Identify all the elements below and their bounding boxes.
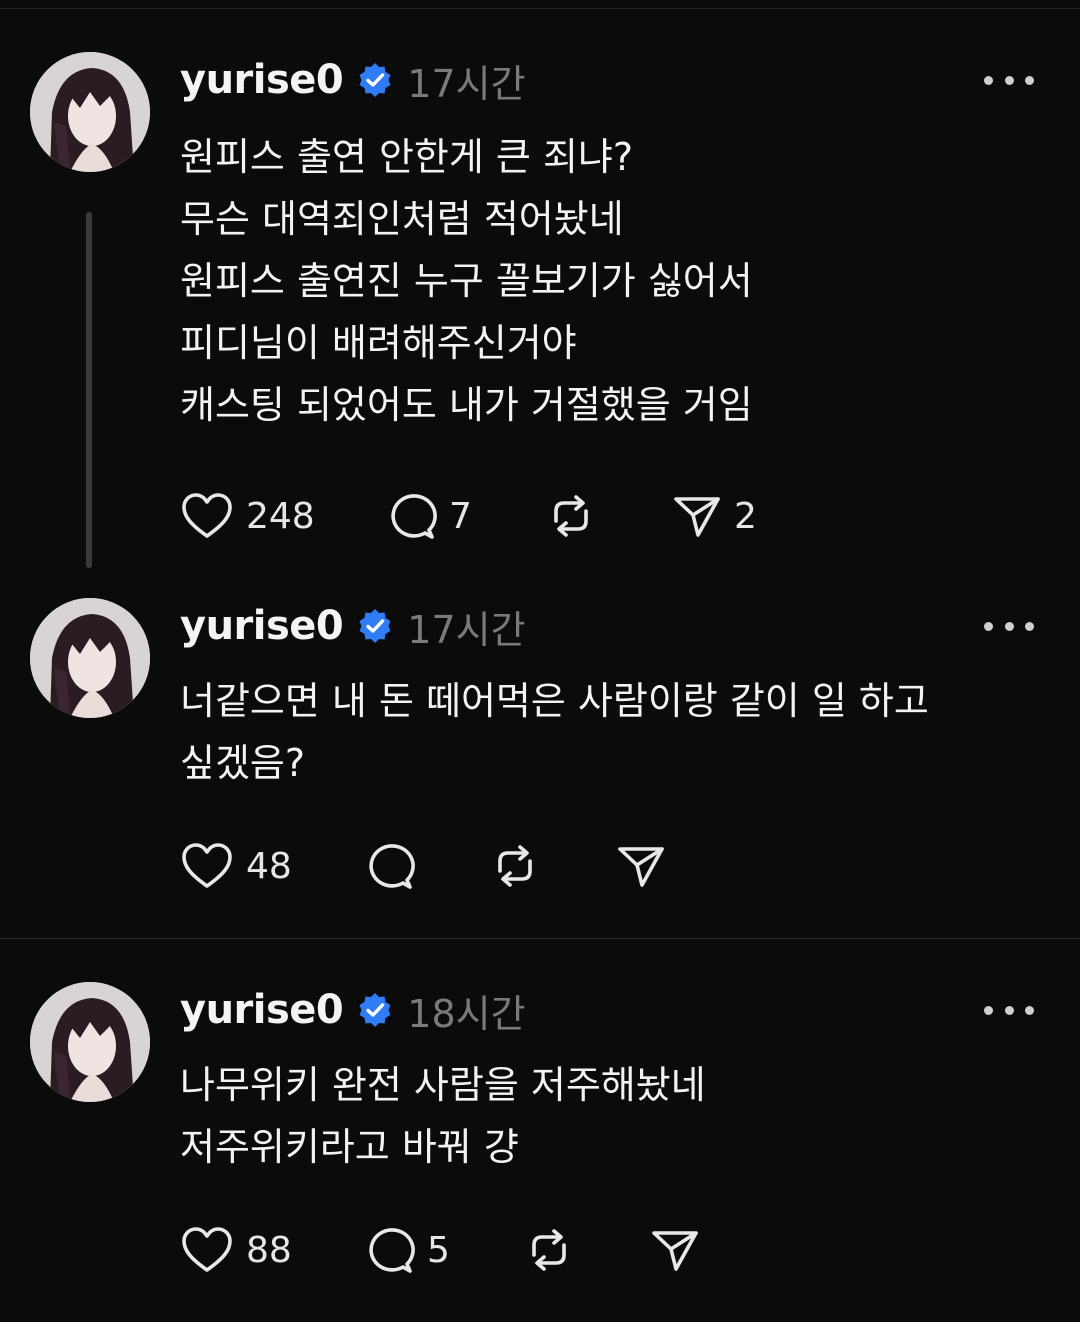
thread-feed: yurise0 17시간 원피스 출연 안한게 큰 죄냐? 무슨 대역죄인처럼 … [0, 0, 1080, 1322]
like-button[interactable]: 48 [180, 838, 292, 894]
username[interactable]: yurise0 [180, 603, 344, 649]
post-text-line: 싶겠음? [180, 741, 306, 785]
heart-icon [182, 1227, 232, 1272]
post-header: yurise0 18시간 [180, 980, 526, 1040]
reply-button[interactable] [363, 838, 415, 894]
like-count: 88 [246, 1229, 292, 1271]
like-button[interactable]: 88 [180, 1222, 292, 1278]
post-text-line: 나무위키 완전 사람을 저주해놨네 [180, 1063, 706, 1107]
share-count: 2 [734, 495, 757, 537]
avatar[interactable] [30, 52, 150, 172]
post-body: 원피스 출연 안한게 큰 죄냐? 무슨 대역죄인처럼 적어놨네 원피스 출연진 … [180, 126, 1040, 436]
username[interactable]: yurise0 [180, 57, 344, 103]
action-bar: 88 5 [180, 1222, 880, 1278]
post-divider [0, 938, 1080, 939]
post-header: yurise0 17시간 [180, 50, 526, 110]
heart-icon [182, 493, 232, 538]
heart-icon [182, 843, 232, 888]
post-text-line: 원피스 출연 안한게 큰 죄냐? [180, 135, 634, 179]
verified-badge-icon [357, 62, 393, 98]
post-text-line: 피디님이 배려해주신거야 [180, 321, 577, 365]
share-button[interactable]: 2 [672, 488, 757, 544]
thread-connector-line [86, 212, 92, 568]
reply-button[interactable]: 7 [385, 488, 472, 544]
more-options-icon[interactable] [984, 614, 1034, 638]
comment-icon [369, 1228, 415, 1273]
repost-icon [532, 1229, 566, 1271]
like-count: 48 [246, 845, 292, 887]
repost-button[interactable] [490, 838, 540, 894]
verified-badge-icon [357, 608, 393, 644]
comment-icon [391, 494, 437, 539]
timestamp: 18시간 [407, 991, 526, 1036]
send-icon [674, 497, 720, 537]
action-bar: 248 7 2 [180, 488, 880, 544]
action-bar: 48 [180, 838, 880, 894]
repost-button[interactable] [524, 1222, 574, 1278]
profile-photo [30, 598, 150, 718]
post-body: 나무위키 완전 사람을 저주해놨네 저주위키라고 바꿔 걍 [180, 1054, 1040, 1178]
verified-badge-icon [357, 992, 393, 1028]
profile-photo [30, 982, 150, 1102]
post-body: 너같으면 내 돈 떼어먹은 사람이랑 같이 일 하고 싶겠음? [180, 670, 1040, 794]
post-text-line: 저주위키라고 바꿔 걍 [180, 1125, 519, 1169]
post-text-line: 원피스 출연진 누구 꼴보기가 싫어서 [180, 259, 753, 303]
more-options-icon[interactable] [984, 68, 1034, 92]
avatar[interactable] [30, 598, 150, 718]
username[interactable]: yurise0 [180, 987, 344, 1033]
post-text-line: 너같으면 내 돈 떼어먹은 사람이랑 같이 일 하고 [180, 679, 929, 723]
reply-button[interactable]: 5 [363, 1222, 450, 1278]
profile-photo [30, 52, 150, 172]
reply-count: 7 [449, 495, 472, 537]
repost-icon [498, 845, 532, 887]
more-options-icon[interactable] [984, 998, 1034, 1022]
send-icon [618, 847, 664, 887]
comment-icon [369, 844, 415, 889]
repost-icon [554, 495, 588, 537]
send-icon [652, 1231, 698, 1271]
top-divider [0, 8, 1080, 9]
avatar[interactable] [30, 982, 150, 1102]
share-button[interactable] [616, 838, 666, 894]
share-button[interactable] [650, 1222, 700, 1278]
reply-count: 5 [427, 1229, 450, 1271]
timestamp: 17시간 [407, 61, 526, 106]
post-header: yurise0 17시간 [180, 596, 526, 656]
repost-button[interactable] [546, 488, 596, 544]
like-button[interactable]: 248 [180, 488, 315, 544]
timestamp: 17시간 [407, 607, 526, 652]
post-text-line: 캐스팅 되었어도 내가 거절했을 거임 [180, 383, 753, 427]
like-count: 248 [246, 495, 315, 537]
post-text-line: 무슨 대역죄인처럼 적어놨네 [180, 197, 624, 241]
